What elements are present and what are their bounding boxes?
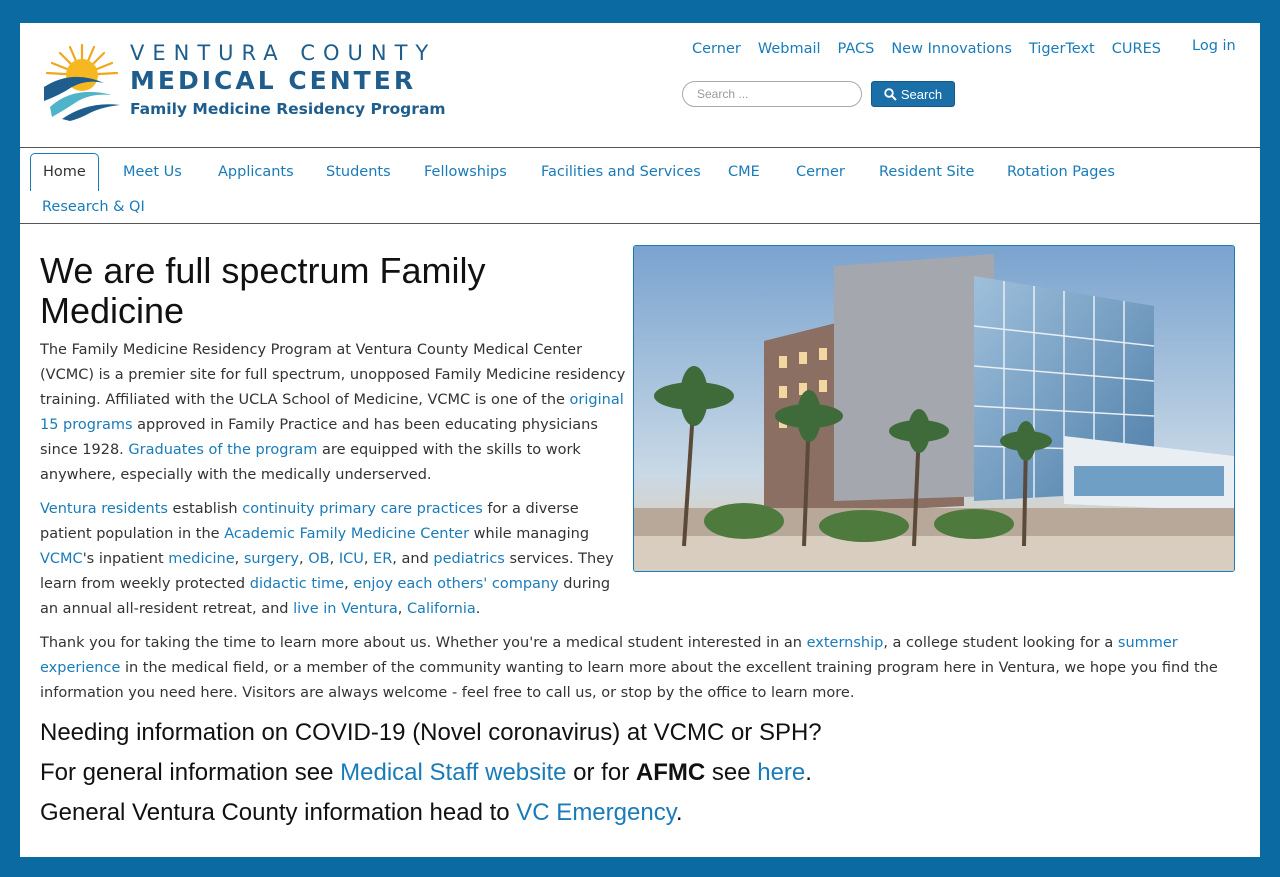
logo-line-1: VENTURA COUNTY bbox=[130, 41, 437, 65]
text: , bbox=[363, 551, 374, 567]
text: , and bbox=[392, 551, 434, 567]
site-logo[interactable]: VENTURA COUNTY MEDICAL CENTER Family Med… bbox=[42, 39, 446, 123]
text: Thank you for taking the time to learn m… bbox=[40, 635, 807, 651]
text: . bbox=[805, 759, 812, 786]
text: General Ventura County information head … bbox=[40, 799, 517, 826]
top-link-new-innovations[interactable]: New Innovations bbox=[891, 41, 1012, 57]
text: . bbox=[675, 799, 683, 826]
top-link-pacs[interactable]: PACS bbox=[838, 41, 875, 57]
page: VENTURA COUNTY MEDICAL CENTER Family Med… bbox=[20, 23, 1260, 857]
intro-paragraph: The Family Medicine Residency Program at… bbox=[40, 338, 632, 488]
tab-facilities-and-services[interactable]: Facilities and Services bbox=[541, 154, 701, 190]
link-california[interactable]: California bbox=[407, 601, 476, 617]
link-er[interactable]: ER bbox=[373, 551, 392, 567]
text: in the medical field, or a member of the… bbox=[40, 660, 1218, 701]
logo-line-2: MEDICAL CENTER bbox=[130, 66, 417, 95]
sunrise-logo-icon bbox=[44, 43, 120, 121]
text: , bbox=[397, 601, 407, 617]
tab-research-qi[interactable]: Research & QI bbox=[42, 189, 145, 225]
link-didactic-time[interactable]: didactic time bbox=[250, 576, 344, 592]
link-externship[interactable]: externship bbox=[807, 635, 884, 651]
county-info: General Ventura County information head … bbox=[40, 799, 683, 827]
covid-general-info: For general information see Medical Staf… bbox=[40, 759, 812, 787]
page-title: We are full spectrum Family Medicine bbox=[40, 250, 486, 331]
main-nav: Home Meet Us Applicants Students Fellows… bbox=[20, 147, 1260, 224]
top-links: Cerner Webmail PACS New Innovations TigerTex… bbox=[692, 41, 1178, 57]
link-medicine[interactable]: medicine bbox=[168, 551, 234, 567]
tab-cme[interactable]: CME bbox=[728, 154, 760, 190]
link-icu[interactable]: ICU bbox=[339, 551, 364, 567]
residents-paragraph: Ventura residents establish continuity p… bbox=[40, 497, 620, 622]
tab-rotation-pages[interactable]: Rotation Pages bbox=[1007, 154, 1115, 190]
text: or for bbox=[566, 759, 636, 786]
search-icon bbox=[884, 87, 897, 101]
tab-home[interactable]: Home bbox=[30, 153, 99, 191]
tab-students[interactable]: Students bbox=[326, 154, 391, 190]
header: VENTURA COUNTY MEDICAL CENTER Family Med… bbox=[20, 23, 1260, 147]
link-afmc[interactable]: Academic Family Medicine Center bbox=[224, 526, 469, 542]
link-live-in-ventura[interactable]: live in Ventura bbox=[293, 601, 398, 617]
link-graduates[interactable]: Graduates of the program bbox=[128, 442, 317, 458]
link-retreat[interactable]: enjoy each others' company bbox=[353, 576, 558, 592]
text: establish bbox=[167, 501, 243, 517]
link-ob[interactable]: OB bbox=[308, 551, 329, 567]
text: while managing bbox=[469, 526, 590, 542]
text: , bbox=[299, 551, 309, 567]
search-button[interactable]: Search bbox=[871, 81, 955, 107]
search-input[interactable] bbox=[682, 81, 862, 107]
tab-resident-site[interactable]: Resident Site bbox=[879, 154, 974, 190]
text: The Family Medicine Residency Program at… bbox=[40, 342, 626, 408]
logo-line-3: Family Medicine Residency Program bbox=[130, 100, 446, 118]
link-ventura-residents[interactable]: Ventura residents bbox=[40, 501, 168, 517]
link-pediatrics[interactable]: pediatrics bbox=[433, 551, 504, 567]
text: , bbox=[344, 576, 354, 592]
tab-applicants[interactable]: Applicants bbox=[218, 154, 294, 190]
text: . bbox=[475, 601, 481, 617]
text: see bbox=[705, 759, 758, 786]
tab-cerner[interactable]: Cerner bbox=[796, 154, 845, 190]
afmc-label: AFMC bbox=[635, 759, 706, 786]
top-link-cerner[interactable]: Cerner bbox=[692, 41, 741, 57]
tab-meet-us[interactable]: Meet Us bbox=[123, 154, 182, 190]
text: , bbox=[329, 551, 339, 567]
search-button-label: Search bbox=[900, 86, 943, 102]
link-medical-staff-website[interactable]: Medical Staff website bbox=[340, 759, 566, 786]
link-vcmc[interactable]: VCMC bbox=[40, 551, 83, 567]
text: , a college student looking for a bbox=[883, 635, 1118, 651]
login-link[interactable]: Log in bbox=[1192, 38, 1236, 54]
link-vc-emergency[interactable]: VC Emergency bbox=[516, 799, 676, 826]
text: 's inpatient bbox=[82, 551, 169, 567]
link-afmc-here[interactable]: here bbox=[757, 759, 805, 786]
link-surgery[interactable]: surgery bbox=[244, 551, 299, 567]
welcome-paragraph: Thank you for taking the time to learn m… bbox=[40, 631, 1226, 706]
text: , bbox=[234, 551, 244, 567]
covid-heading: Needing information on COVID-19 (Novel c… bbox=[40, 719, 822, 746]
text: For general information see bbox=[40, 759, 341, 786]
top-link-cures[interactable]: CURES bbox=[1112, 41, 1161, 57]
top-link-tigertext[interactable]: TigerText bbox=[1029, 41, 1095, 57]
link-continuity-care[interactable]: continuity primary care practices bbox=[242, 501, 483, 517]
tab-fellowships[interactable]: Fellowships bbox=[424, 154, 507, 190]
hospital-building-image bbox=[633, 245, 1235, 572]
top-link-webmail[interactable]: Webmail bbox=[758, 41, 821, 57]
